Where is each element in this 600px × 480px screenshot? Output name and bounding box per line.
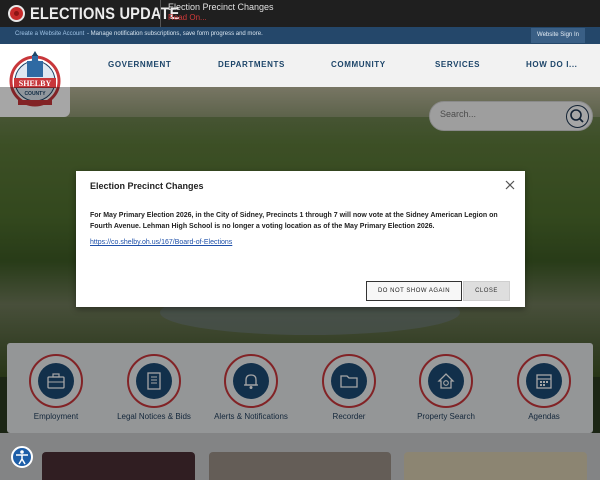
close-button[interactable]: CLOSE [463, 281, 510, 301]
election-modal: Election Precinct Changes For May Primar… [76, 171, 525, 307]
nav-community[interactable]: COMMUNITY [331, 60, 386, 69]
account-description: - Manage notification subscriptions, sav… [87, 31, 263, 37]
main-nav: GOVERNMENT DEPARTMENTS COMMUNITY SERVICE… [0, 44, 600, 87]
alert-title: ELECTIONS UPDATE [30, 4, 180, 23]
alert-icon [8, 5, 25, 22]
nav-services[interactable]: SERVICES [435, 60, 480, 69]
alert-bar: ELECTIONS UPDATE Election Precinct Chang… [0, 0, 600, 27]
nav-how-do-i[interactable]: HOW DO I... [526, 60, 578, 69]
modal-body: For May Primary Election 2026, in the Ci… [90, 212, 498, 230]
board-of-elections-link[interactable]: https://co.shelby.oh.us/167/Board-of-Ele… [90, 239, 232, 246]
modal-title: Election Precinct Changes [90, 181, 204, 191]
nav-government[interactable]: GOVERNMENT [108, 60, 171, 69]
close-icon[interactable] [504, 179, 516, 191]
create-account-link[interactable]: Create a Website Account [15, 31, 84, 37]
accessibility-icon [16, 450, 28, 465]
alert-read-on-link[interactable]: Read On... [168, 13, 207, 22]
do-not-show-again-button[interactable]: DO NOT SHOW AGAIN [366, 281, 462, 301]
alert-message: Election Precinct Changes [168, 2, 274, 12]
sign-in-button[interactable]: Website Sign In [531, 28, 585, 43]
alert-divider [160, 0, 161, 27]
accessibility-button[interactable] [11, 446, 33, 468]
nav-departments[interactable]: DEPARTMENTS [218, 60, 285, 69]
account-bar: Create a Website Account - Manage notifi… [0, 27, 600, 44]
